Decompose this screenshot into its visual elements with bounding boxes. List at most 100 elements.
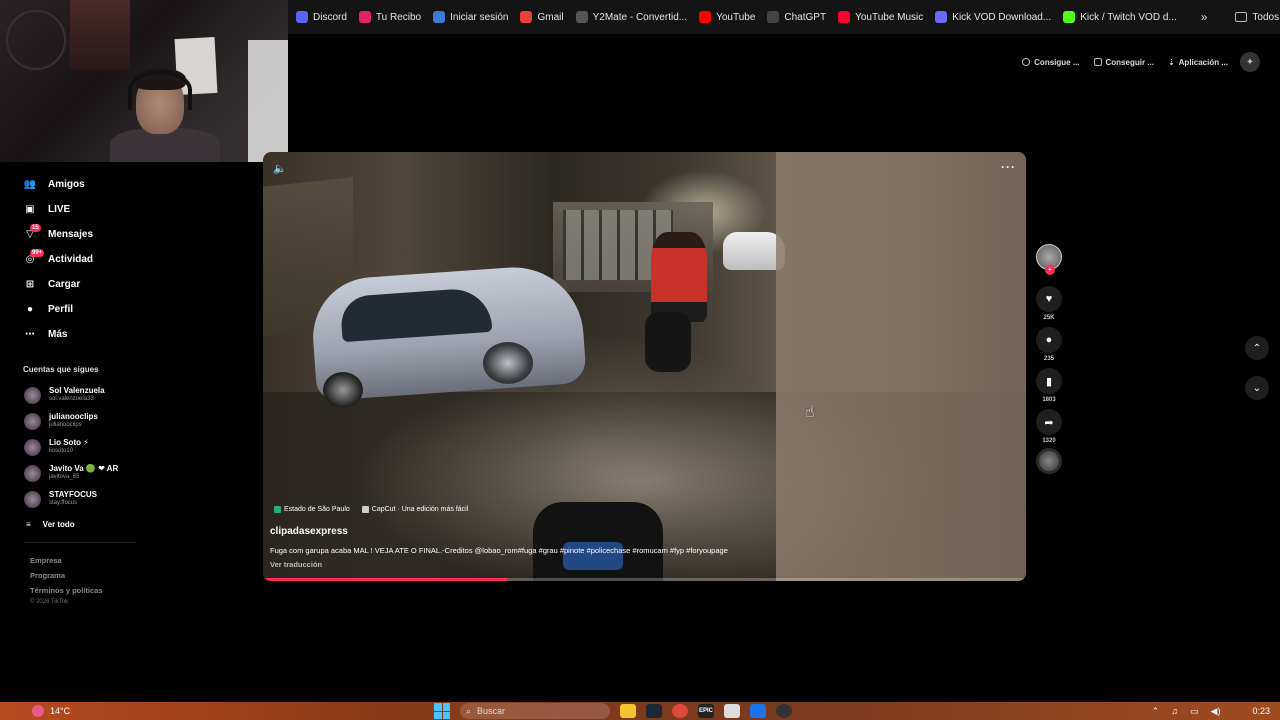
upload-icon: ⊞ bbox=[25, 279, 35, 290]
friends-icon: 👥 bbox=[23, 179, 37, 190]
notification-icon[interactable]: ♫ bbox=[1171, 706, 1178, 716]
more-icon: ⋯ bbox=[25, 329, 35, 340]
device-icon bbox=[1093, 58, 1102, 66]
tray-chevron-icon[interactable]: ⌃ bbox=[1152, 706, 1160, 717]
steam-icon[interactable] bbox=[646, 704, 662, 718]
taskbar-search[interactable]: ⌕ Buscar bbox=[460, 703, 610, 719]
account-handle: sol.valenzuela33 bbox=[49, 396, 94, 402]
chatgpt-icon bbox=[767, 11, 780, 23]
copyright: © 2026 TikTok bbox=[30, 599, 69, 605]
kick-vod-icon bbox=[935, 11, 948, 23]
app-icon[interactable] bbox=[724, 704, 740, 718]
chevron-down-icon: ⌄ bbox=[1252, 382, 1262, 394]
list-icon: ≡ bbox=[26, 519, 31, 529]
followed-account[interactable]: STAYFOCUS stay.ffocus bbox=[0, 486, 140, 512]
bookmark-item[interactable]: Tu Recibo bbox=[353, 6, 427, 28]
video-progress-bar[interactable] bbox=[263, 578, 1026, 581]
capcut-icon bbox=[361, 506, 369, 513]
follow-plus-icon[interactable]: + bbox=[1045, 265, 1055, 275]
location-tag[interactable]: Estado de São Paulo bbox=[274, 506, 350, 513]
bookmark-item[interactable]: YouTube bbox=[693, 6, 761, 28]
coin-icon bbox=[1022, 58, 1031, 66]
profile-menu-button[interactable]: ✦ bbox=[1240, 52, 1260, 72]
video-player[interactable]: 🔈 ··· Estado de São Paulo CapCut · Una e… bbox=[263, 152, 1026, 581]
comment-button[interactable]: ● bbox=[1036, 327, 1062, 353]
capcut-tag[interactable]: CapCut · Una edición más fácil bbox=[361, 506, 468, 513]
followed-account[interactable]: Javito Va 🟢 ❤ AR javitova_65 bbox=[0, 460, 140, 486]
save-button[interactable]: ▮ bbox=[1036, 368, 1062, 394]
creator-avatar[interactable]: + bbox=[1036, 244, 1062, 275]
previous-video-button[interactable]: ⌃ bbox=[1245, 336, 1269, 360]
file-explorer-icon[interactable] bbox=[620, 704, 636, 718]
see-translation-link[interactable]: Ver traducción bbox=[270, 560, 322, 569]
get-coins-button[interactable]: Consigue ... bbox=[1020, 58, 1081, 67]
all-bookmarks-folder[interactable]: Todos los marcadores bbox=[1229, 6, 1280, 28]
volume-tray-icon[interactable]: ◀) bbox=[1211, 706, 1221, 717]
next-video-button[interactable]: ⌄ bbox=[1245, 376, 1269, 400]
bookmark-item[interactable]: Iniciar sesión bbox=[427, 6, 514, 28]
sidebar-item-label: Amigos bbox=[48, 179, 85, 190]
feed-navigation: ⌃ ⌄ bbox=[1245, 336, 1269, 400]
video-description: Fuga com garupa acaba MAL ! VEJA ATE O F… bbox=[270, 546, 728, 555]
bookmarks-bar: Discord Tu Recibo Iniciar sesión Gmail Y2Mat… bbox=[288, 0, 1280, 34]
footer-link-company[interactable]: Empresa bbox=[0, 553, 140, 568]
bookmark-item[interactable]: Y2Mate - Convertid... bbox=[570, 6, 693, 28]
footer-link-terms[interactable]: Términos y políticas bbox=[0, 583, 140, 598]
followed-account[interactable]: Sol Valenzuela sol.valenzuela33 bbox=[0, 382, 140, 408]
sidebar-nav: 👥 Amigos ▣ LIVE ▽ 15 Mensajes ◎ 99+ Actividad ⊞ Car… bbox=[0, 172, 140, 347]
comment-icon: ● bbox=[1045, 334, 1053, 346]
sidebar-item-more[interactable]: ⋯ Más bbox=[0, 322, 140, 347]
sidebar-item-messages[interactable]: ▽ 15 Mensajes bbox=[0, 222, 140, 247]
taskbar: 14°C ⌕ Buscar EPIC ⌃ ♫ ▭ ◀) 0:23 bbox=[0, 702, 1280, 720]
start-button[interactable] bbox=[434, 703, 450, 719]
see-all-button[interactable]: ≡ Ver todo bbox=[0, 512, 140, 536]
clock[interactable]: 0:23 bbox=[1252, 706, 1270, 716]
video-author[interactable]: clipadasexpress bbox=[270, 526, 348, 537]
weather-widget[interactable]: 14°C bbox=[0, 705, 130, 717]
music-disc[interactable] bbox=[1036, 448, 1062, 474]
bookmark-item[interactable]: Discord bbox=[290, 6, 353, 28]
discord-icon bbox=[296, 11, 308, 23]
share-button[interactable]: ➦ bbox=[1036, 409, 1062, 435]
sidebar-item-label: Más bbox=[48, 329, 68, 340]
login-icon bbox=[433, 11, 446, 23]
bookmark-item[interactable]: Gmail bbox=[514, 6, 569, 28]
sidebar-item-friends[interactable]: 👥 Amigos bbox=[0, 172, 140, 197]
folder-icon bbox=[1235, 12, 1248, 22]
more-options-icon[interactable]: ··· bbox=[1001, 160, 1016, 174]
like-count: 25K bbox=[1043, 315, 1055, 321]
like-button[interactable]: ♥ bbox=[1036, 286, 1062, 312]
obs-icon[interactable] bbox=[776, 704, 792, 718]
followed-account[interactable]: Lio Soto ⚡ liosoto10 bbox=[0, 434, 140, 460]
chevron-up-icon: ⌃ bbox=[1252, 342, 1262, 354]
sidebar-item-activity[interactable]: ◎ 99+ Actividad bbox=[0, 247, 140, 272]
profile-icon: ● bbox=[26, 304, 34, 315]
account-name: STAYFOCUS bbox=[49, 490, 98, 499]
taskbar-apps: ⌕ Buscar EPIC bbox=[434, 702, 792, 720]
sidebar-item-live[interactable]: ▣ LIVE bbox=[0, 197, 140, 222]
sidebar-item-upload[interactable]: ⊞ Cargar bbox=[0, 272, 140, 297]
bookmark-item[interactable]: ChatGPT bbox=[761, 6, 832, 28]
more-bookmarks-icon[interactable]: » bbox=[1191, 10, 1218, 24]
avatar bbox=[24, 412, 41, 430]
network-icon[interactable]: ▭ bbox=[1190, 706, 1199, 717]
epic-games-icon[interactable]: EPIC bbox=[698, 704, 714, 718]
footer-link-program[interactable]: Programa bbox=[0, 568, 140, 583]
bookmark-item[interactable]: YouTube Music bbox=[832, 6, 929, 28]
chrome-icon[interactable] bbox=[672, 704, 688, 718]
sidebar-item-profile[interactable]: ● Perfil bbox=[0, 297, 140, 322]
avatar bbox=[24, 490, 41, 508]
followed-account[interactable]: julianooclips julianooclips bbox=[0, 408, 140, 434]
avatar bbox=[24, 464, 41, 482]
download-app-button[interactable]: ⇣ Aplicación ... bbox=[1166, 58, 1230, 67]
get-app-button[interactable]: Conseguir ... bbox=[1092, 58, 1156, 67]
avatar bbox=[24, 386, 41, 404]
volume-icon[interactable]: 🔈 bbox=[273, 162, 287, 175]
y2mate-icon bbox=[575, 11, 588, 23]
outlook-icon[interactable] bbox=[750, 704, 766, 718]
search-icon: ⌕ bbox=[466, 705, 472, 716]
bookmark-item[interactable]: Kick VOD Download... bbox=[929, 6, 1057, 28]
notification-badge: 15 bbox=[30, 224, 41, 232]
sidebar-item-label: LIVE bbox=[48, 204, 71, 215]
bookmark-item[interactable]: Kick / Twitch VOD d... bbox=[1057, 6, 1183, 28]
